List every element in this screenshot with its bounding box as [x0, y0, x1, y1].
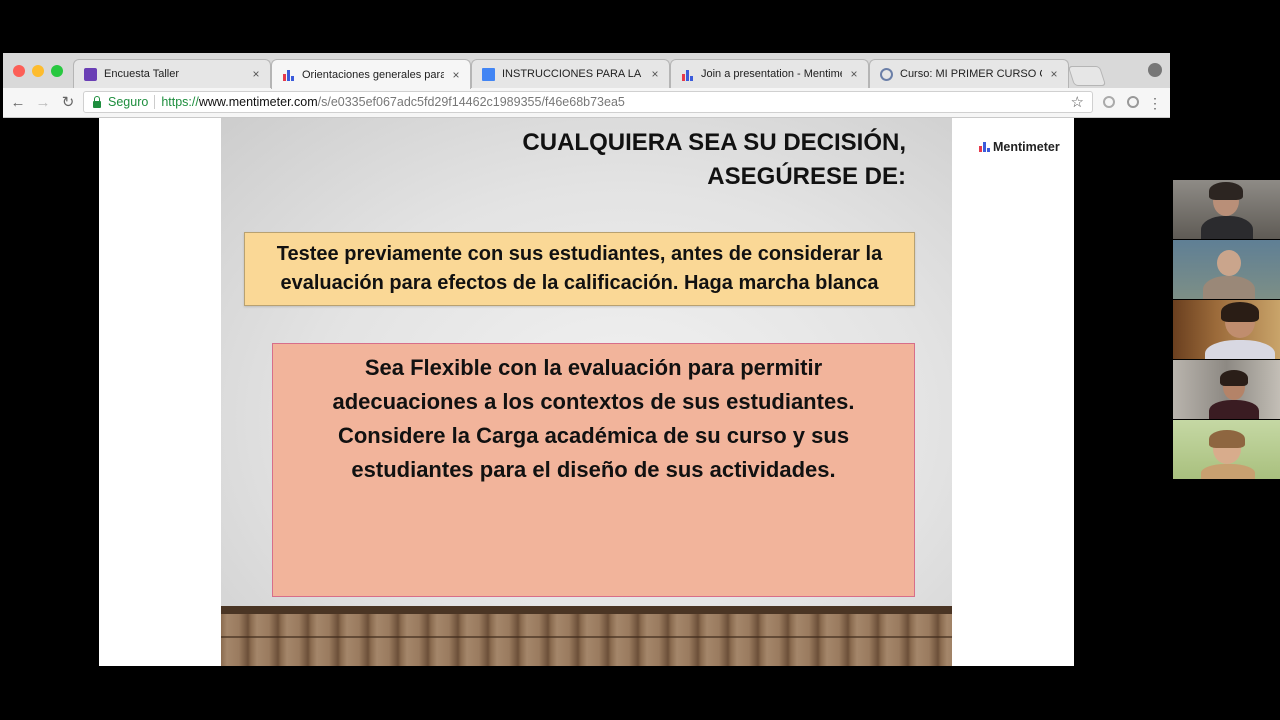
participant-video-tile[interactable] — [1173, 180, 1280, 239]
tab-label: Encuesta Taller — [104, 68, 180, 80]
new-tab-button[interactable] — [1067, 66, 1107, 86]
tab-join-presentation[interactable]: Join a presentation - Mentime × — [670, 59, 869, 88]
menu-dots-icon[interactable]: ⋮ — [1146, 94, 1164, 112]
participant-body — [1209, 400, 1259, 419]
tab-encuesta-taller[interactable]: Encuesta Taller × — [73, 59, 271, 88]
reload-icon[interactable]: ↻ — [59, 94, 77, 112]
tab-orientaciones[interactable]: Orientaciones generales para × — [271, 59, 471, 89]
participant-video-tile[interactable] — [1173, 240, 1280, 299]
browser-toolbar: ← → ↻ Seguro https://www.mentimeter.com /… — [3, 88, 1170, 118]
participant-video-tile[interactable] — [1173, 360, 1280, 419]
tip-line: estudiantes para el diseño de sus activi… — [351, 457, 836, 482]
lock-icon — [93, 95, 101, 108]
close-tab-icon[interactable]: × — [649, 67, 661, 81]
slide-heading: CUALQUIERA SEA SU DECISIÓN, ASEGÚRESE DE… — [522, 126, 906, 194]
participant-video-tile[interactable] — [1173, 300, 1280, 359]
tip-line: Sea Flexible con la evaluación para perm… — [364, 355, 823, 380]
mentimeter-logo[interactable]: Mentimeter — [979, 140, 1060, 154]
tab-label: Curso: MI PRIMER CURSO CO — [900, 68, 1042, 80]
mentimeter-icon — [979, 142, 990, 152]
close-tab-icon[interactable]: × — [1048, 67, 1060, 81]
participant-hair — [1220, 370, 1248, 386]
bookmark-star-icon[interactable]: ☆ — [1071, 93, 1084, 111]
participant-hair — [1221, 302, 1259, 322]
close-tab-icon[interactable]: × — [848, 67, 860, 81]
heading-line: ASEGÚRESE DE: — [707, 163, 906, 190]
close-tab-icon[interactable]: × — [450, 68, 462, 82]
google-docs-icon — [482, 67, 495, 81]
back-arrow-icon[interactable]: ← — [9, 94, 27, 112]
participant-body — [1205, 340, 1275, 359]
participant-hair — [1209, 182, 1243, 200]
participant-body — [1201, 464, 1255, 479]
tip-box-flexible: Sea Flexible con la evaluación para perm… — [272, 343, 915, 597]
tab-instrucciones[interactable]: INSTRUCCIONES PARA LA ES × — [471, 59, 670, 88]
tab-label: Join a presentation - Mentime — [701, 68, 842, 80]
secure-label: Seguro — [108, 95, 149, 109]
minimize-window-button[interactable] — [32, 65, 44, 77]
mentimeter-icon — [282, 68, 295, 81]
tab-curso[interactable]: Curso: MI PRIMER CURSO CO × — [869, 59, 1069, 88]
moodle-icon — [880, 67, 893, 81]
tab-label: INSTRUCCIONES PARA LA ES — [502, 68, 643, 80]
tip-line: adecuaciones a los contextos de sus estu… — [332, 389, 855, 414]
browser-window: Encuesta Taller × Orientaciones generale… — [3, 53, 1170, 118]
google-forms-icon — [84, 67, 97, 81]
brand-name: Mentimeter — [993, 140, 1060, 154]
tip-line: Testee previamente con sus estudiantes, … — [276, 243, 883, 265]
heading-line: CUALQUIERA SEA SU DECISIÓN, — [522, 129, 906, 156]
participant-body — [1201, 216, 1253, 239]
tab-label: Orientaciones generales para — [302, 68, 444, 81]
url-path: /s/e0335ef067adc5fd29f14462c1989355/f46e… — [317, 95, 625, 109]
participant-body — [1203, 276, 1255, 299]
presentation-page: CUALQUIERA SEA SU DECISIÓN, ASEGÚRESE DE… — [99, 118, 1074, 666]
participant-face — [1217, 250, 1241, 276]
tip-line: Considere la Carga académica de su curso… — [337, 423, 850, 448]
tip-box-test: Testee previamente con sus estudiantes, … — [244, 232, 915, 306]
extension-icon[interactable] — [1103, 96, 1115, 108]
slide: CUALQUIERA SEA SU DECISIÓN, ASEGÚRESE DE… — [221, 118, 952, 666]
maximize-window-button[interactable] — [51, 65, 63, 77]
participant-hair — [1209, 430, 1245, 448]
forward-arrow-icon[interactable]: → — [34, 94, 52, 112]
wood-floor-decoration — [221, 606, 952, 666]
url-host: www.mentimeter.com — [198, 95, 318, 109]
participant-video-tile[interactable] — [1173, 420, 1280, 479]
mentimeter-icon — [681, 68, 694, 81]
url-scheme: https:// — [161, 95, 199, 109]
extension-icon[interactable] — [1127, 96, 1139, 108]
profile-icon[interactable] — [1148, 63, 1162, 77]
address-bar[interactable]: Seguro https://www.mentimeter.com/s/e033… — [83, 91, 1093, 113]
divider — [154, 95, 156, 109]
tip-line: evaluación para efectos de la calificaci… — [280, 272, 879, 294]
tab-strip: Encuesta Taller × Orientaciones generale… — [3, 53, 1170, 89]
close-tab-icon[interactable]: × — [250, 67, 262, 81]
close-window-button[interactable] — [13, 65, 25, 77]
